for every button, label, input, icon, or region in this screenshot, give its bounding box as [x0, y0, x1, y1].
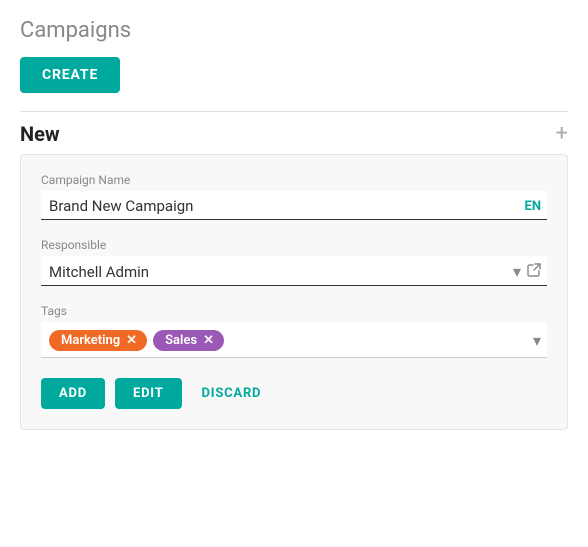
tag-marketing-close-icon[interactable]: ✕	[126, 333, 137, 348]
create-button[interactable]: CREATE	[20, 57, 120, 93]
section-header: New +	[20, 112, 568, 154]
responsible-group: Responsible Mitchell Admin ▾	[41, 238, 547, 286]
tags-row: Marketing ✕ Sales ✕ ▾	[41, 322, 547, 358]
tags-group: Tags Marketing ✕ Sales ✕ ▾	[41, 304, 547, 358]
page-container: Campaigns CREATE New + Campaign Name EN …	[0, 0, 588, 450]
edit-button[interactable]: EDIT	[115, 378, 182, 409]
tags-chevron-icon[interactable]: ▾	[533, 331, 541, 350]
tags-label: Tags	[41, 304, 547, 318]
responsible-select-icons: ▾	[513, 262, 541, 281]
campaign-name-input[interactable]	[49, 197, 517, 215]
responsible-chevron-icon[interactable]: ▾	[513, 262, 521, 281]
campaign-name-input-row: EN	[41, 191, 547, 220]
tag-marketing-label: Marketing	[61, 333, 120, 348]
tag-sales-label: Sales	[165, 333, 197, 348]
tag-sales-close-icon[interactable]: ✕	[203, 333, 214, 348]
add-button[interactable]: ADD	[41, 378, 105, 409]
add-section-icon[interactable]: +	[556, 123, 568, 145]
responsible-value: Mitchell Admin	[49, 263, 513, 281]
campaign-name-label: Campaign Name	[41, 173, 547, 187]
page-title: Campaigns	[20, 18, 568, 43]
language-badge: EN	[525, 199, 542, 214]
form-actions: ADD EDIT DISCARD	[41, 378, 547, 409]
form-card: Campaign Name EN Responsible Mitchell Ad…	[20, 154, 568, 430]
campaign-name-group: Campaign Name EN	[41, 173, 547, 220]
discard-button[interactable]: DISCARD	[192, 378, 272, 409]
responsible-external-link-icon[interactable]	[527, 263, 541, 281]
responsible-label: Responsible	[41, 238, 547, 252]
section-title: New	[20, 122, 60, 146]
tag-marketing: Marketing ✕	[49, 330, 147, 351]
tag-sales: Sales ✕	[153, 330, 224, 351]
responsible-select-row[interactable]: Mitchell Admin ▾	[41, 256, 547, 286]
